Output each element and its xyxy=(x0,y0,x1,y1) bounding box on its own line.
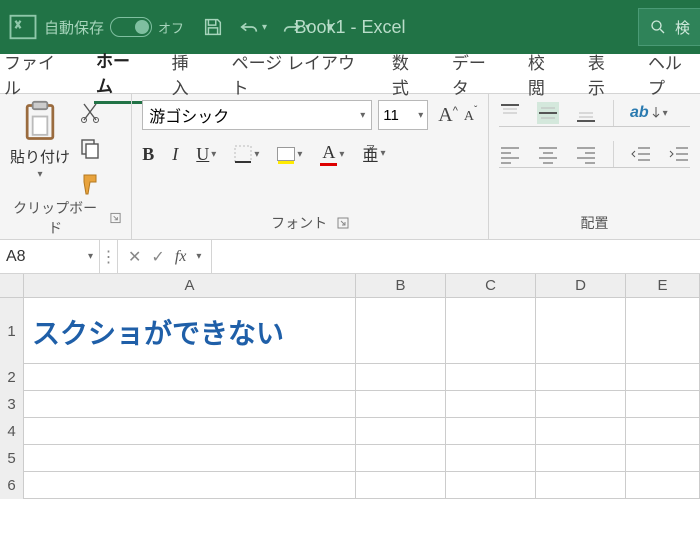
autosave-toggle-icon[interactable] xyxy=(110,17,152,37)
font-color-icon: A xyxy=(320,142,337,166)
undo-icon xyxy=(238,16,260,38)
dialog-launcher-icon[interactable] xyxy=(110,212,121,224)
orientation-icon: ab xyxy=(630,104,649,122)
underline-button[interactable]: U▾ xyxy=(196,144,216,165)
paste-label: 貼り付け xyxy=(10,146,70,167)
row-header-4[interactable]: 4 xyxy=(0,418,24,445)
align-right-icon[interactable] xyxy=(575,143,597,165)
cell-A2[interactable] xyxy=(24,364,356,390)
document-title: Book1 - Excel xyxy=(294,17,405,38)
font-size-value: 11 xyxy=(383,107,399,124)
fill-bucket-icon xyxy=(277,147,295,161)
font-color-button[interactable]: A ▾ xyxy=(320,142,344,166)
cell-A1-value: スクショができない xyxy=(24,298,355,352)
shrink-font-button[interactable]: Aˇ xyxy=(464,104,477,127)
name-box-value: A8 xyxy=(6,248,26,266)
fill-color-button[interactable]: ▾ xyxy=(277,147,302,161)
chevron-down-icon: ▾ xyxy=(418,110,423,121)
increase-indent-icon[interactable] xyxy=(668,143,690,165)
cell-C1[interactable] xyxy=(446,298,536,363)
search-placeholder: 検 xyxy=(675,17,690,38)
col-header-B[interactable]: B xyxy=(356,274,446,297)
phonetic-button[interactable]: ア亜 ▾ xyxy=(362,147,385,162)
cell-B1[interactable] xyxy=(356,298,446,363)
chevron-down-icon: ▾ xyxy=(360,110,365,121)
cell-D1[interactable] xyxy=(536,298,626,363)
spreadsheet-grid[interactable]: A B C D E 1 スクショができない 2 3 4 5 6 xyxy=(0,274,700,499)
rotate-arrow-icon xyxy=(651,106,661,120)
cell-A3[interactable] xyxy=(24,391,356,417)
orientation-button[interactable]: ab ▾ xyxy=(630,104,668,122)
font-name-select[interactable]: 游ゴシック ▾ xyxy=(142,100,372,130)
dialog-launcher-icon[interactable] xyxy=(337,217,349,229)
align-top-icon[interactable] xyxy=(499,102,521,124)
format-painter-icon[interactable] xyxy=(78,172,102,196)
save-icon[interactable] xyxy=(202,16,224,38)
align-bottom-icon[interactable] xyxy=(575,102,597,124)
autosave-label: 自動保存 xyxy=(44,17,104,38)
align-left-icon[interactable] xyxy=(499,143,521,165)
bold-button[interactable]: B xyxy=(142,144,154,165)
font-size-select[interactable]: 11 ▾ xyxy=(378,100,428,130)
grow-font-button[interactable]: A^ xyxy=(438,104,458,127)
enter-formula-icon[interactable]: ✓ xyxy=(151,247,164,267)
ribbon: 貼り付け ▾ クリップボード 游ゴシック ▾ 11 ▾ xyxy=(0,94,700,240)
ribbon-tabs: ファイル ホーム 挿入 ページ レイアウト 数式 データ 校閲 表示 ヘルプ xyxy=(0,54,700,94)
group-font-label: フォント xyxy=(271,213,327,233)
border-icon xyxy=(234,145,252,163)
align-middle-icon[interactable] xyxy=(537,102,559,124)
col-header-E[interactable]: E xyxy=(626,274,700,297)
name-box-handle[interactable]: ⋮ xyxy=(100,240,118,273)
col-header-D[interactable]: D xyxy=(536,274,626,297)
cell-A4[interactable] xyxy=(24,418,356,444)
paste-button[interactable]: 貼り付け ▾ xyxy=(10,100,70,196)
font-name-value: 游ゴシック xyxy=(149,103,229,127)
name-box[interactable]: A8 ▾ xyxy=(0,240,100,273)
fx-icon[interactable]: fx xyxy=(175,248,187,266)
autosave-control[interactable]: 自動保存 オフ xyxy=(44,17,184,38)
align-center-icon[interactable] xyxy=(537,143,559,165)
chevron-down-icon: ▾ xyxy=(37,169,42,180)
cell-A6[interactable] xyxy=(24,472,356,498)
row-header-1[interactable]: 1 xyxy=(0,298,24,364)
column-headers: A B C D E xyxy=(0,274,700,298)
row-header-5[interactable]: 5 xyxy=(0,445,24,472)
select-all-corner[interactable] xyxy=(0,274,24,297)
clipboard-icon xyxy=(18,100,62,144)
chevron-down-icon: ▾ xyxy=(88,251,93,262)
ruby-icon: ア亜 xyxy=(362,147,378,162)
autosave-state: オフ xyxy=(158,18,184,37)
undo-button[interactable]: ▾ xyxy=(238,16,267,38)
italic-button[interactable]: I xyxy=(172,144,178,165)
cell-A1[interactable]: スクショができない xyxy=(24,298,356,363)
row-1: 1 スクショができない xyxy=(0,298,700,364)
border-button[interactable]: ▾ xyxy=(234,145,259,163)
chevron-down-icon: ▾ xyxy=(196,251,201,262)
decrease-indent-icon[interactable] xyxy=(630,143,652,165)
row-header-6[interactable]: 6 xyxy=(0,472,24,499)
row-header-3[interactable]: 3 xyxy=(0,391,24,418)
cancel-formula-icon[interactable]: ✕ xyxy=(128,247,141,267)
group-clipboard-label: クリップボード xyxy=(10,198,100,238)
copy-icon[interactable] xyxy=(78,136,102,160)
group-clipboard: 貼り付け ▾ クリップボード xyxy=(0,94,132,239)
cut-icon[interactable] xyxy=(78,100,102,124)
search-icon xyxy=(649,18,667,36)
cell-E1[interactable] xyxy=(626,298,700,363)
cell-A5[interactable] xyxy=(24,445,356,471)
group-font: 游ゴシック ▾ 11 ▾ A^ Aˇ B I U▾ ▾ xyxy=(132,94,489,239)
formula-input[interactable] xyxy=(212,240,700,273)
formula-bar: A8 ▾ ⋮ ✕ ✓ fx ▾ xyxy=(0,240,700,274)
search-box[interactable]: 検 xyxy=(638,8,700,46)
col-header-A[interactable]: A xyxy=(24,274,356,297)
excel-app-icon xyxy=(8,12,38,42)
col-header-C[interactable]: C xyxy=(446,274,536,297)
group-alignment: ab ▾ 配置 xyxy=(489,94,700,239)
group-align-label: 配置 xyxy=(581,213,609,233)
row-header-2[interactable]: 2 xyxy=(0,364,24,391)
